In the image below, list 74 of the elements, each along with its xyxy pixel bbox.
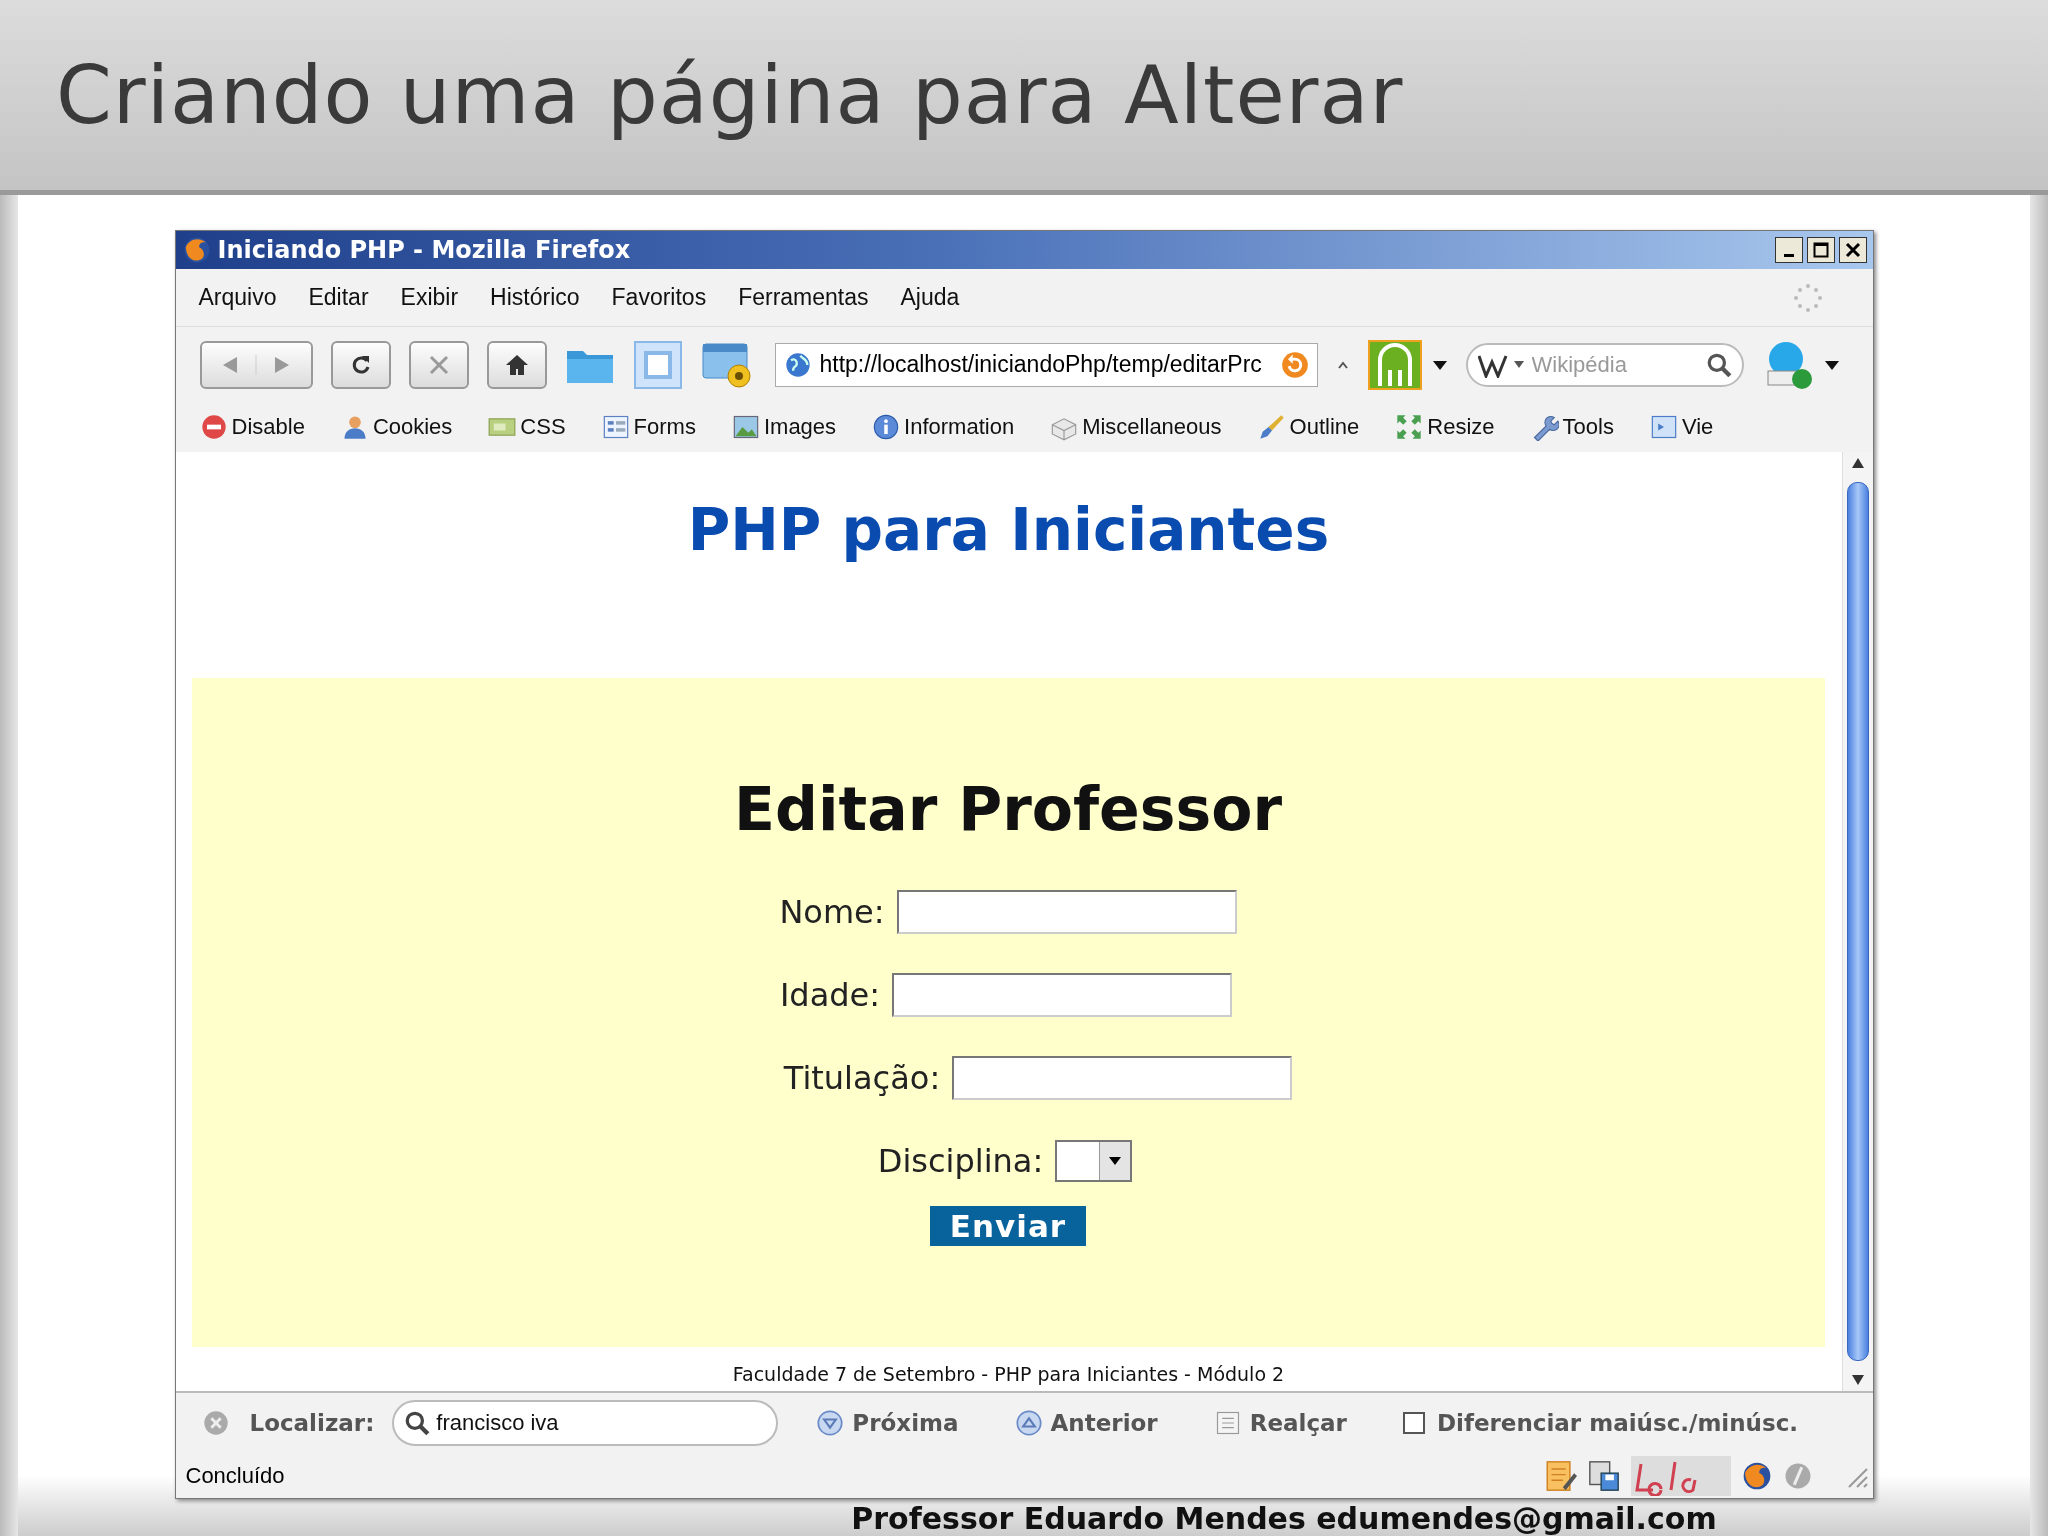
- throbber-icon: [1792, 282, 1823, 313]
- text-field[interactable]: [892, 972, 1233, 1017]
- image-icon: [731, 413, 760, 441]
- menu-item[interactable]: Ferramentas: [738, 284, 869, 311]
- slide-title: Criando uma página para Alterar: [56, 48, 1404, 142]
- arrows-icon: [1395, 413, 1424, 441]
- close-icon: [427, 353, 450, 376]
- menu-item[interactable]: Ajuda: [900, 284, 960, 311]
- toolbar-button[interactable]: CSS: [488, 413, 566, 441]
- home-button[interactable]: [486, 340, 547, 389]
- checkbox[interactable]: [1402, 1412, 1425, 1434]
- status-text: Concluído: [185, 1462, 286, 1489]
- menu-item[interactable]: Histórico: [490, 284, 580, 311]
- brush-icon: [1257, 413, 1286, 441]
- text-field[interactable]: [896, 889, 1237, 934]
- toolbar-button[interactable]: Vie: [1649, 413, 1714, 441]
- text-field[interactable]: [952, 1055, 1293, 1100]
- stop-button[interactable]: [408, 340, 469, 389]
- close-button[interactable]: [1838, 237, 1867, 263]
- toolbar-button[interactable]: Information: [872, 413, 1015, 441]
- caret-icon[interactable]: [1823, 358, 1840, 371]
- script-logo-icon[interactable]: [1630, 1455, 1731, 1496]
- info-icon: [872, 413, 901, 441]
- form-title: Editar Professor: [734, 774, 1282, 844]
- minimize-icon: [1783, 253, 1794, 257]
- toolbar-button[interactable]: Cookies: [340, 413, 453, 441]
- field-label: Idade:: [779, 975, 881, 1014]
- toolbar-button[interactable]: Resize: [1395, 413, 1495, 441]
- film-disk-icon[interactable]: [1586, 1458, 1621, 1493]
- find-button[interactable]: Realçar: [1213, 1409, 1347, 1437]
- toolbar-button[interactable]: Forms: [601, 413, 696, 441]
- field-label: Titulação:: [783, 1058, 941, 1097]
- caret-icon: [1513, 360, 1524, 369]
- menu-item[interactable]: Exibir: [400, 284, 459, 311]
- submit-button[interactable]: Enviar: [929, 1206, 1087, 1246]
- caret-icon: [1108, 1155, 1123, 1166]
- menu-item[interactable]: Editar: [308, 284, 369, 311]
- search-icon[interactable]: [1705, 351, 1732, 378]
- reload-button[interactable]: [330, 340, 391, 389]
- field-label: Nome:: [779, 892, 885, 931]
- search-icon: [404, 1410, 431, 1436]
- find-button[interactable]: Próxima: [816, 1409, 959, 1437]
- window-icon: [1649, 413, 1678, 441]
- window-title: Iniciando PHP - Mozilla Firefox: [217, 236, 632, 264]
- slide-footer: Professor Eduardo Mendes edumendes@gmail.com: [851, 1501, 1717, 1536]
- dropdown[interactable]: [1055, 1139, 1133, 1182]
- close-icon: [1844, 242, 1861, 258]
- bars-icon[interactable]: [1367, 339, 1422, 390]
- form-icon: [601, 413, 630, 441]
- find-label: Localizar:: [249, 1410, 375, 1436]
- globe-icon: [783, 350, 812, 379]
- maximize-button[interactable]: [1806, 237, 1835, 263]
- toolbar-button[interactable]: Outline: [1257, 413, 1360, 441]
- page-heading: PHP para Iniciantes: [687, 496, 1330, 566]
- find-button[interactable]: Anterior: [1014, 1409, 1158, 1437]
- arrows-icon: [221, 354, 291, 375]
- toolbar-button[interactable]: Disable: [199, 413, 305, 441]
- address-bar[interactable]: http://localhost/iniciandoPhp/temp/editarPrc: [774, 342, 1318, 387]
- toolbar-button[interactable]: Tools: [1530, 413, 1614, 441]
- scrollbar-thumb[interactable]: [1846, 482, 1869, 1361]
- caret-icon[interactable]: [1431, 358, 1448, 371]
- menu-item[interactable]: Favoritos: [611, 284, 707, 311]
- no-entry-icon: [199, 413, 228, 441]
- page-footer: Faculdade 7 de Setembro - PHP para Iniciantes - Módulo 2: [732, 1363, 1285, 1385]
- toolbar-button[interactable]: Miscellaneous: [1050, 413, 1222, 441]
- toolbar-button[interactable]: Images: [731, 413, 837, 441]
- menu-item[interactable]: Arquivo: [198, 284, 277, 311]
- maximize-icon: [1812, 242, 1829, 258]
- minimize-button[interactable]: [1774, 237, 1803, 263]
- field-label: Disciplina:: [877, 1141, 1044, 1180]
- back-forward-button[interactable]: [199, 340, 313, 389]
- checkbox-label: Diferenciar maiúsc./minúsc.: [1436, 1410, 1799, 1436]
- search-bar[interactable]: Wikipédia: [1465, 342, 1744, 387]
- find-field[interactable]: francisco iva: [392, 1400, 779, 1446]
